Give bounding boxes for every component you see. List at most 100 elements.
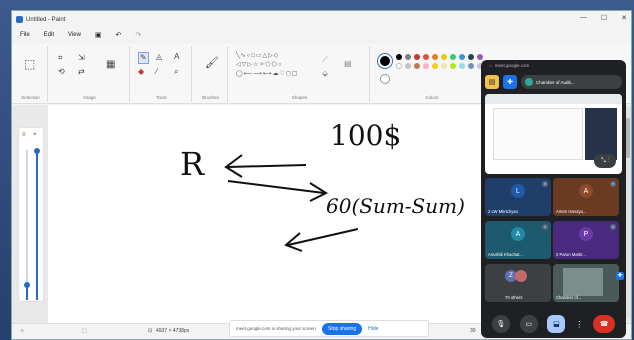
color-swatch[interactable]: [477, 54, 483, 60]
layers-icon[interactable]: ▤: [344, 60, 352, 68]
canvas-size-text: 4937 × 4738px: [156, 328, 190, 334]
text-icon[interactable]: A: [174, 53, 179, 61]
participant-avatar: A: [579, 184, 593, 198]
presentation-preview[interactable]: ⤡ ⋮: [485, 94, 622, 174]
menu-file[interactable]: File: [20, 32, 30, 38]
group-brushes: 🖌 Brushes: [194, 46, 228, 102]
color-swatch[interactable]: [459, 54, 465, 60]
save-icon[interactable]: ▣: [95, 31, 102, 39]
participant-tile[interactable]: P ✕ 2 Parun Martir...: [553, 221, 619, 259]
redo-icon[interactable]: ↷: [135, 31, 141, 39]
group-tools: ✎ ◬ A ◆ ⁄ ⌕ Tools: [132, 46, 192, 102]
primary-color-swatch[interactable]: [378, 54, 392, 68]
mic-button[interactable]: 🎙: [491, 315, 510, 333]
outline-icon[interactable]: ⟋: [322, 56, 328, 64]
magnifier-icon[interactable]: ⌕: [174, 68, 178, 76]
resize-icon[interactable]: ⇲: [78, 54, 85, 62]
maximize-button[interactable]: ☐: [601, 14, 607, 22]
flip-icon[interactable]: ⇄: [78, 68, 85, 76]
participant-name: 2 Parun Martir...: [556, 252, 586, 257]
handwriting-layer: R 100$ 60(Sum-Sum): [180, 119, 465, 252]
hang-up-button[interactable]: ☎: [593, 315, 616, 333]
fill-shape-icon[interactable]: ⬙: [322, 70, 328, 78]
share-message: meet.google.com is sharing your screen.: [236, 326, 318, 331]
notes-icon[interactable]: ▤: [485, 75, 499, 89]
shapes-gallery-icon[interactable]: ╲∿○□▭△▷◇ ◁▽▷☆✧⬠⬡○ ◯⟵⟶⟷☁♡◻▢: [236, 52, 299, 79]
meet-controls: 🎙 ▭ ⬓ ⋮ ☎: [481, 310, 626, 338]
color-swatch[interactable]: [405, 63, 411, 69]
color-swatch[interactable]: [414, 54, 420, 60]
color-picker-icon[interactable]: ⁄: [156, 68, 157, 76]
color-swatch[interactable]: [468, 63, 474, 69]
handwriting-expression: 60(Sum-Sum): [326, 194, 465, 218]
hide-button[interactable]: Hide: [368, 326, 378, 332]
brush-size-panel: ≡ ◓: [18, 127, 44, 302]
group-image: ⌗ ⇲ ⟲ ⇄ ▦ Image: [50, 46, 130, 102]
chamber-tile[interactable]: Chamber of...: [553, 264, 619, 302]
eraser-icon[interactable]: ◆: [138, 68, 144, 76]
arrow-right: [227, 180, 329, 202]
secondary-color-swatch[interactable]: [380, 74, 390, 84]
color-swatch[interactable]: [432, 63, 438, 69]
participant-avatar: A: [511, 227, 525, 241]
group-selection: ⬚ Selection: [14, 46, 48, 102]
selection-icon[interactable]: ⬚: [24, 58, 35, 70]
color-swatch[interactable]: [423, 63, 429, 69]
meeting-avatar-icon: [525, 78, 533, 86]
undo-icon[interactable]: ↶: [116, 31, 122, 39]
participant-avatar: L: [511, 184, 525, 198]
opacity-icon: ◓: [33, 132, 37, 138]
pin-icon[interactable]: ✚: [616, 272, 624, 280]
crop-icon[interactable]: ⌗: [58, 54, 63, 62]
group-shapes: ╲∿○□▭△▷◇ ◁▽▷☆✧⬠⬡○ ◯⟵⟶⟷☁♡◻▢ ⟋ ⬙ ▤ Shapes: [230, 46, 370, 102]
minimize-button[interactable]: —: [580, 14, 587, 22]
camera-button[interactable]: ▭: [519, 315, 538, 333]
color-swatch[interactable]: [459, 63, 465, 69]
present-button[interactable]: ⬓: [547, 315, 566, 333]
color-swatch[interactable]: [441, 63, 447, 69]
group-label-selection: Selection: [21, 95, 40, 100]
brush-icon[interactable]: 🖌: [205, 58, 219, 69]
arrow-left-top: [224, 154, 307, 178]
meeting-title: Chamber of Audit...: [536, 79, 575, 85]
pencil-icon[interactable]: ✎: [138, 52, 149, 64]
others-avatar-2: [515, 270, 527, 282]
size-slider[interactable]: [24, 150, 30, 300]
color-swatch[interactable]: [423, 54, 429, 60]
menu-edit[interactable]: Edit: [44, 32, 54, 38]
more-options-icon[interactable]: ⋮: [575, 320, 583, 329]
mic-off-icon: ✕: [610, 224, 616, 230]
participant-tile[interactable]: A ✕ Anushik Khachat...: [485, 221, 551, 259]
close-button[interactable]: ✕: [621, 14, 627, 22]
stop-sharing-button[interactable]: Stop sharing: [322, 322, 363, 335]
color-swatch[interactable]: [396, 63, 402, 69]
image-select-icon[interactable]: ▦: [106, 60, 115, 70]
mic-off-icon: ✕: [542, 181, 548, 187]
others-tile[interactable]: Z 70 others: [485, 264, 551, 302]
chamber-name: Chamber of...: [556, 295, 582, 300]
color-swatch[interactable]: [450, 54, 456, 60]
participant-name: Anushik Khachat...: [488, 252, 523, 257]
opacity-slider[interactable]: [34, 148, 40, 300]
color-swatch[interactable]: [432, 54, 438, 60]
participant-tile[interactable]: A ✕ Artem Harutyu...: [553, 178, 619, 216]
color-swatch[interactable]: [414, 63, 420, 69]
fill-icon[interactable]: ◬: [156, 53, 162, 61]
color-swatch[interactable]: [441, 54, 447, 60]
group-label-brushes: Brushes: [202, 95, 219, 100]
paint-app-icon: [16, 16, 23, 23]
group-label-image: Image: [83, 95, 96, 100]
pip-control-button[interactable]: ⤡ ⋮: [594, 154, 616, 168]
rotate-icon[interactable]: ⟲: [58, 68, 65, 76]
lock-icon: ⌂: [489, 63, 492, 68]
drawing-canvas[interactable]: R 100$ 60(Sum-Sum): [48, 105, 518, 325]
color-swatch[interactable]: [405, 54, 411, 60]
color-swatch[interactable]: [450, 63, 456, 69]
color-swatch[interactable]: [396, 54, 402, 60]
add-icon[interactable]: ✚: [503, 75, 517, 89]
meeting-chip[interactable]: Chamber of Audit...: [521, 75, 622, 89]
participant-tile[interactable]: L ✕ 2 LW Mkrtchyan: [485, 178, 551, 216]
menu-view[interactable]: View: [68, 32, 81, 38]
zoom-level-text: 30: [470, 328, 476, 334]
color-swatch[interactable]: [468, 54, 474, 60]
